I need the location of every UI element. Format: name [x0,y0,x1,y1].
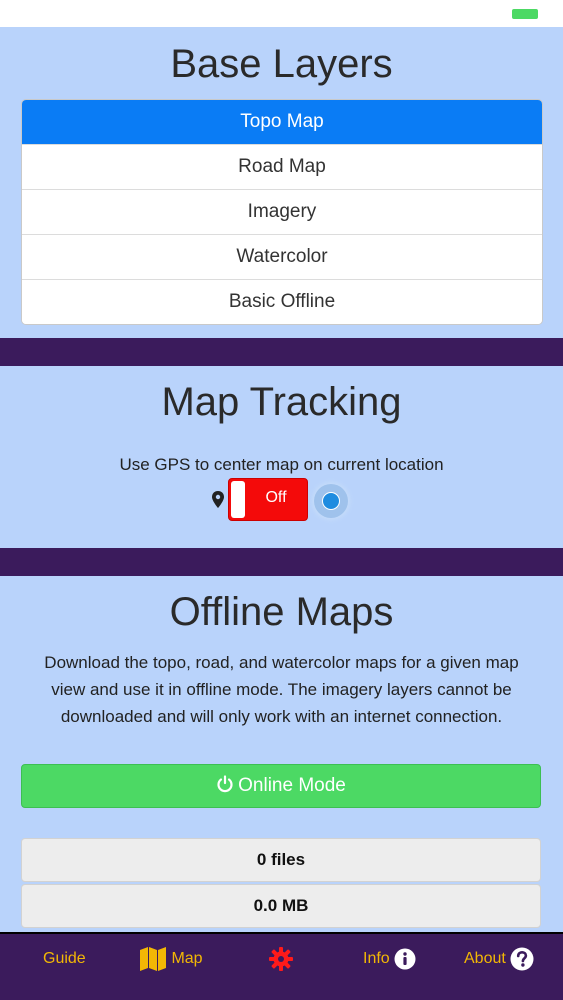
map-icon [140,946,166,971]
info-icon [394,948,416,970]
tab-settings[interactable] [269,934,293,1000]
toggle-knob [231,481,245,518]
tab-guide-label: Guide [43,950,86,967]
status-bar [0,0,563,27]
toggle-label: Off [265,489,287,506]
offline-maps-title: Offline Maps [169,590,394,634]
tab-about-label: About [464,950,506,967]
base-layers-list: Topo Map Road Map Imagery Watercolor Bas… [21,99,543,325]
layer-item-topo-map[interactable]: Topo Map [22,100,542,144]
battery-icon [512,9,538,19]
tab-info[interactable]: Info [363,934,416,1000]
tab-map[interactable]: Map [139,934,203,1000]
map-tracking-title: Map Tracking [161,380,402,424]
locate-icon[interactable] [314,484,348,518]
gear-icon [269,946,293,971]
base-layers-title: Base Layers [170,42,393,86]
gps-description: Use GPS to center map on current locatio… [119,455,444,474]
tab-guide[interactable]: Guide [43,934,86,1000]
files-count: 0 files [21,838,541,882]
layer-item-road-map[interactable]: Road Map [22,144,542,189]
tab-info-label: Info [363,950,390,967]
bottom-tab-bar: Guide Map Info About [0,932,563,1000]
tab-map-label: Map [171,950,203,967]
layer-item-basic-offline[interactable]: Basic Offline [22,279,542,324]
layer-item-imagery[interactable]: Imagery [22,189,542,234]
power-icon [217,775,233,793]
online-mode-button[interactable]: Online Mode [21,764,541,808]
location-dot [322,492,340,510]
map-pin-icon [212,491,224,508]
offline-description: Download the topo, road, and watercolor … [44,653,519,726]
tab-about[interactable]: About [464,934,534,1000]
section-divider [0,338,563,366]
storage-size: 0.0 MB [21,884,541,928]
online-mode-label: Online Mode [238,775,346,796]
question-icon [510,947,534,971]
section-divider [0,548,563,576]
layer-item-watercolor[interactable]: Watercolor [22,234,542,279]
gps-tracking-toggle[interactable]: Off [228,478,308,521]
